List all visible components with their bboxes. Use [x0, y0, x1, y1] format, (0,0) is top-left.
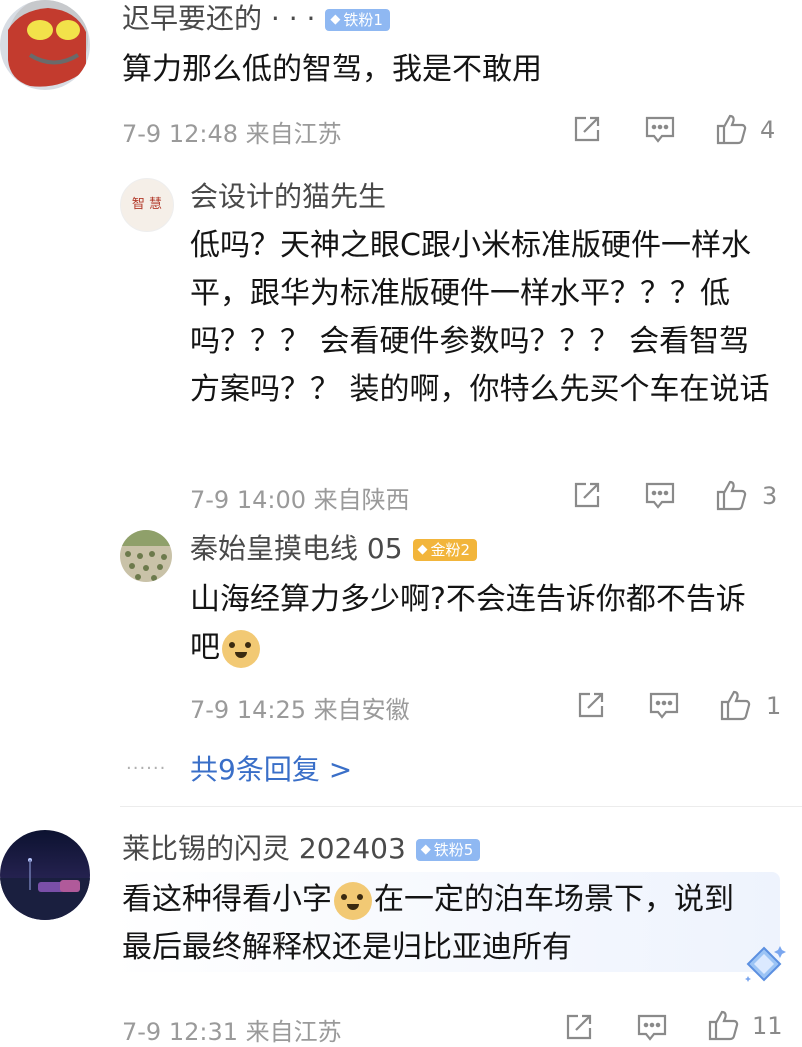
- diamond-icon: ◆: [330, 12, 341, 27]
- author-name[interactable]: 迟早要还的 · · ·: [122, 2, 315, 35]
- comment-meta: 7-9 14:00 来自陕西: [190, 480, 410, 515]
- like-icon[interactable]: [719, 688, 753, 722]
- author-name[interactable]: 秦始皇摸电线 05: [190, 532, 403, 565]
- divider: [120, 806, 802, 807]
- comment-time: 7-9 14:25: [190, 696, 306, 724]
- comment-meta: 7-9 14:25 来自安徽: [190, 690, 410, 725]
- avatar[interactable]: [0, 0, 90, 90]
- like-count: 11: [752, 1012, 783, 1040]
- comment-text-part: 山海经算力多少啊?不会连告诉你都不告诉吧: [190, 582, 746, 665]
- reply-icon[interactable]: [644, 114, 676, 144]
- comment-author[interactable]: 秦始皇摸电线 05 ◆ 金粉2: [190, 532, 478, 566]
- share-icon[interactable]: [572, 480, 602, 510]
- dots-decoration: ······: [126, 758, 167, 779]
- fan-badge: ◆ 金粉2: [412, 539, 478, 561]
- comment-location: 来自安徽: [313, 696, 410, 724]
- avatar-text: 智 慧: [131, 197, 163, 212]
- comment-text: 山海经算力多少啊?不会连告诉你都不告诉吧: [190, 576, 770, 672]
- share-icon[interactable]: [564, 1012, 594, 1042]
- comment-time: 7-9 12:48: [122, 120, 238, 148]
- avatar[interactable]: 智 慧: [120, 178, 174, 232]
- comment-meta: 7-9 12:48 来自江苏: [122, 114, 342, 149]
- share-icon[interactable]: [576, 690, 606, 720]
- reply-icon[interactable]: [644, 480, 676, 510]
- avatar[interactable]: [0, 830, 90, 920]
- comment-text: 看这种得看小字 在一定的泊车场景下，说到最后最终解释权还是归比亚迪所有: [122, 876, 762, 972]
- comment-text-part: 看这种得看小字: [122, 882, 332, 917]
- like-count: 4: [760, 116, 776, 144]
- view-more-replies-link[interactable]: 共9条回复 >: [190, 748, 352, 788]
- comment-time: 7-9 14:00: [190, 486, 306, 514]
- like-icon[interactable]: [715, 478, 749, 512]
- sparkle-diamond-icon: [740, 940, 788, 988]
- like-count: 1: [766, 692, 782, 720]
- badge-label: 铁粉1: [343, 11, 383, 29]
- badge-label: 铁粉5: [433, 841, 474, 859]
- reply-icon[interactable]: [636, 1012, 668, 1042]
- comment-text: 算力那么低的智驾，我是不敢用: [122, 52, 542, 87]
- comment-location: 来自陕西: [313, 486, 410, 514]
- like-count: 3: [762, 482, 778, 510]
- comment-location: 来自江苏: [245, 120, 342, 148]
- doge-emoji-icon: [334, 881, 372, 920]
- like-icon[interactable]: [715, 112, 749, 146]
- diamond-icon: ◆: [420, 842, 431, 857]
- share-icon[interactable]: [572, 114, 602, 144]
- comment-author[interactable]: 会设计的猫先生: [190, 180, 386, 214]
- comment-author[interactable]: 莱比锡的闪灵 202403 ◆ 铁粉5: [122, 832, 481, 866]
- comment-author[interactable]: 迟早要还的 · · · ◆ 铁粉1: [122, 2, 390, 36]
- like-icon[interactable]: [707, 1008, 741, 1042]
- badge-label: 金粉2: [430, 541, 471, 559]
- fan-badge: ◆ 铁粉5: [415, 839, 481, 861]
- author-name[interactable]: 莱比锡的闪灵 202403: [122, 832, 406, 865]
- comment-text: 低吗？天神之眼C跟小米标准版硬件一样水平，跟华为标准版硬件一样水平？？？低吗？？…: [190, 228, 770, 407]
- diamond-icon: ◆: [417, 542, 428, 557]
- avatar[interactable]: [120, 530, 172, 582]
- doge-emoji-icon: [222, 629, 260, 668]
- fan-badge: ◆ 铁粉1: [325, 9, 390, 31]
- reply-icon[interactable]: [648, 690, 680, 720]
